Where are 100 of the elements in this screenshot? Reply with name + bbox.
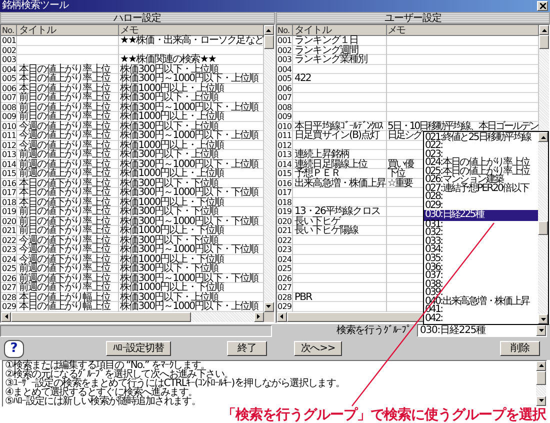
- scroll-up-button[interactable]: [536, 360, 546, 370]
- column-header[interactable]: タイトル: [17, 25, 119, 36]
- close-button[interactable]: [537, 1, 548, 11]
- table-cell: 022: [1, 236, 17, 245]
- group-dropdown[interactable]: 030:日経225種: [417, 324, 547, 337]
- table-cell: 本日の値下がり率上位: [17, 178, 119, 188]
- scroll-down-button[interactable]: [264, 302, 274, 312]
- action-button[interactable]: ﾊﾛｰ設定切替: [106, 341, 171, 356]
- table-cell: 本日の値上がり率上位: [17, 74, 119, 84]
- table-cell: 本日平均線ｺﾞｰﾙﾃﾞﾝｸﾛｽ: [292, 122, 386, 131]
- table-cell: 株価1000円以上・下位順: [119, 283, 264, 292]
- column-header[interactable]: タイトル: [292, 25, 386, 36]
- scrollbar[interactable]: [536, 360, 546, 406]
- table-cell: 008: [1, 102, 17, 112]
- column-header[interactable]: No.: [276, 25, 292, 36]
- down-triangle-icon: [266, 305, 271, 308]
- scroll-right-button[interactable]: [254, 312, 264, 322]
- scroll-thumb[interactable]: [264, 35, 274, 49]
- scrollbar[interactable]: [264, 25, 274, 312]
- table-cell: 021: [1, 226, 17, 236]
- dropdown-item[interactable]: 042:: [424, 314, 538, 324]
- scroll-down-button[interactable]: [538, 314, 548, 324]
- action-button[interactable]: 次へ>>: [294, 341, 342, 356]
- dropdown-item[interactable]: 028:: [424, 193, 538, 202]
- help-button[interactable]: ?: [4, 340, 24, 358]
- dropdown-item[interactable]: 035:: [424, 255, 538, 264]
- close-icon: [540, 3, 546, 9]
- table-cell: 株価1000円以上・上位順: [119, 84, 264, 93]
- table-cell: 本日の値上がり率上位: [17, 64, 119, 74]
- table-cell: 015: [276, 169, 292, 178]
- column-header[interactable]: メモ: [386, 25, 539, 36]
- table-cell: 010: [276, 122, 292, 131]
- table-cell: 005: [276, 74, 292, 84]
- table-cell: 前日の値下がり率上位: [17, 226, 119, 236]
- dropdown-item[interactable]: 037:: [424, 272, 538, 281]
- table-cell: 今週の値上がり率上位: [17, 140, 119, 150]
- table-cell: 前週の値上がり率上位: [17, 160, 119, 169]
- dropdown-item[interactable]: 034:: [424, 246, 538, 255]
- scroll-up-button[interactable]: [264, 25, 274, 35]
- table-cell: 001: [276, 36, 292, 46]
- table-cell: 前週の値上がり率上位: [17, 169, 119, 178]
- scrollbar[interactable]: [1, 312, 274, 322]
- help-line: ③ﾕｰｻﾞｰ設定の検索をまとめて行うにはCTRLｷｰ(ｺﾝﾄﾛｰﾙｷｰ)を押しながら選択します。: [5, 378, 346, 388]
- table-cell: 株価300円以下・下位順: [119, 207, 264, 216]
- scroll-thumb[interactable]: [536, 370, 546, 384]
- table-cell: 株価300円～1000円以下・下位順: [119, 245, 264, 254]
- table-cell: 020: [1, 216, 17, 226]
- table-cell: 003: [276, 55, 292, 64]
- table-cell: 023: [276, 245, 292, 254]
- scroll-up-button[interactable]: [539, 25, 549, 35]
- section-header: ユーザー設定: [276, 12, 550, 24]
- dropdown-item[interactable]: 032:: [424, 229, 538, 238]
- scroll-down-button[interactable]: [536, 396, 546, 406]
- table-cell: 018: [276, 198, 292, 207]
- table-cell: 前日の値下がり率上位: [17, 207, 119, 216]
- scroll-up-button[interactable]: [538, 132, 548, 142]
- scrollbar[interactable]: [538, 132, 548, 324]
- table-cell: 株価300円～1000円以下・下位順: [119, 188, 264, 198]
- table-cell: 020: [276, 216, 292, 226]
- table-cell: 011: [1, 131, 17, 140]
- table-cell: 前週の値下がり率上位: [17, 264, 119, 274]
- table-cell: PBR: [292, 292, 386, 302]
- scroll-thumb[interactable]: [539, 35, 549, 49]
- table-cell: 株価300円以下・上位順: [119, 292, 264, 302]
- down-triangle-icon: [538, 399, 544, 402]
- scroll-left-button[interactable]: [276, 312, 286, 322]
- table-cell: 018: [1, 198, 17, 207]
- table-cell: 長い下ヒゲ: [292, 216, 386, 226]
- table-cell: 株価1000円以上・下位順: [119, 198, 264, 207]
- table-cell: 今週の値下がり率上位: [17, 236, 119, 245]
- table-cell: 前週の値下がり率上位: [17, 283, 119, 292]
- table-cell: 株価1000円以上・上位順: [119, 140, 264, 150]
- column-header[interactable]: No.: [1, 25, 17, 36]
- table-cell: 023: [1, 245, 17, 254]
- dropdown-item[interactable]: 022:: [424, 142, 538, 151]
- scroll-thumb[interactable]: [11, 312, 191, 322]
- scroll-left-button[interactable]: [1, 312, 11, 322]
- table-cell: 014: [1, 160, 17, 169]
- table-cell: 株価300円～1000円以下・上位順: [119, 131, 264, 140]
- table-cell: 006: [276, 84, 292, 93]
- table-cell: 13・26平均線クロス: [292, 207, 386, 216]
- table-cell: 005: [1, 74, 17, 84]
- table-cell: 022: [276, 236, 292, 245]
- table-cell: 今週の値上がり率上位: [17, 122, 119, 131]
- scroll-thumb[interactable]: [538, 221, 548, 235]
- table-cell: 009: [276, 112, 292, 122]
- table-cell: 前日の値上がり率上位: [17, 102, 119, 112]
- table-cell: 株価300円～1000円以下・上位順: [119, 74, 264, 84]
- action-button[interactable]: 終了: [226, 341, 267, 356]
- table-cell: 026: [276, 274, 292, 283]
- up-triangle-icon: [538, 364, 544, 367]
- table-cell: 予想ＰＥＲ: [292, 169, 386, 178]
- table-cell: 027: [276, 283, 292, 292]
- dropdown-item[interactable]: 029:: [424, 202, 538, 210]
- column-header[interactable]: メモ: [119, 25, 264, 36]
- table-cell: 422: [292, 74, 386, 84]
- up-triangle-icon: [266, 28, 271, 32]
- action-button[interactable]: 削除: [500, 341, 540, 356]
- table-cell: ★★株価関連の検索★★: [119, 55, 264, 64]
- table-cell: 012: [1, 140, 17, 150]
